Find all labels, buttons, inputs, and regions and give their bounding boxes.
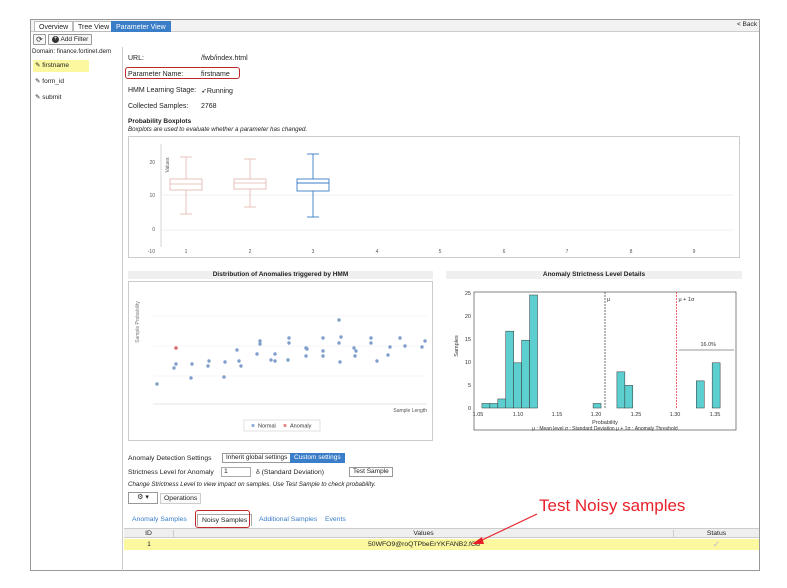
callout-text: Test Noisy samples	[539, 496, 686, 515]
